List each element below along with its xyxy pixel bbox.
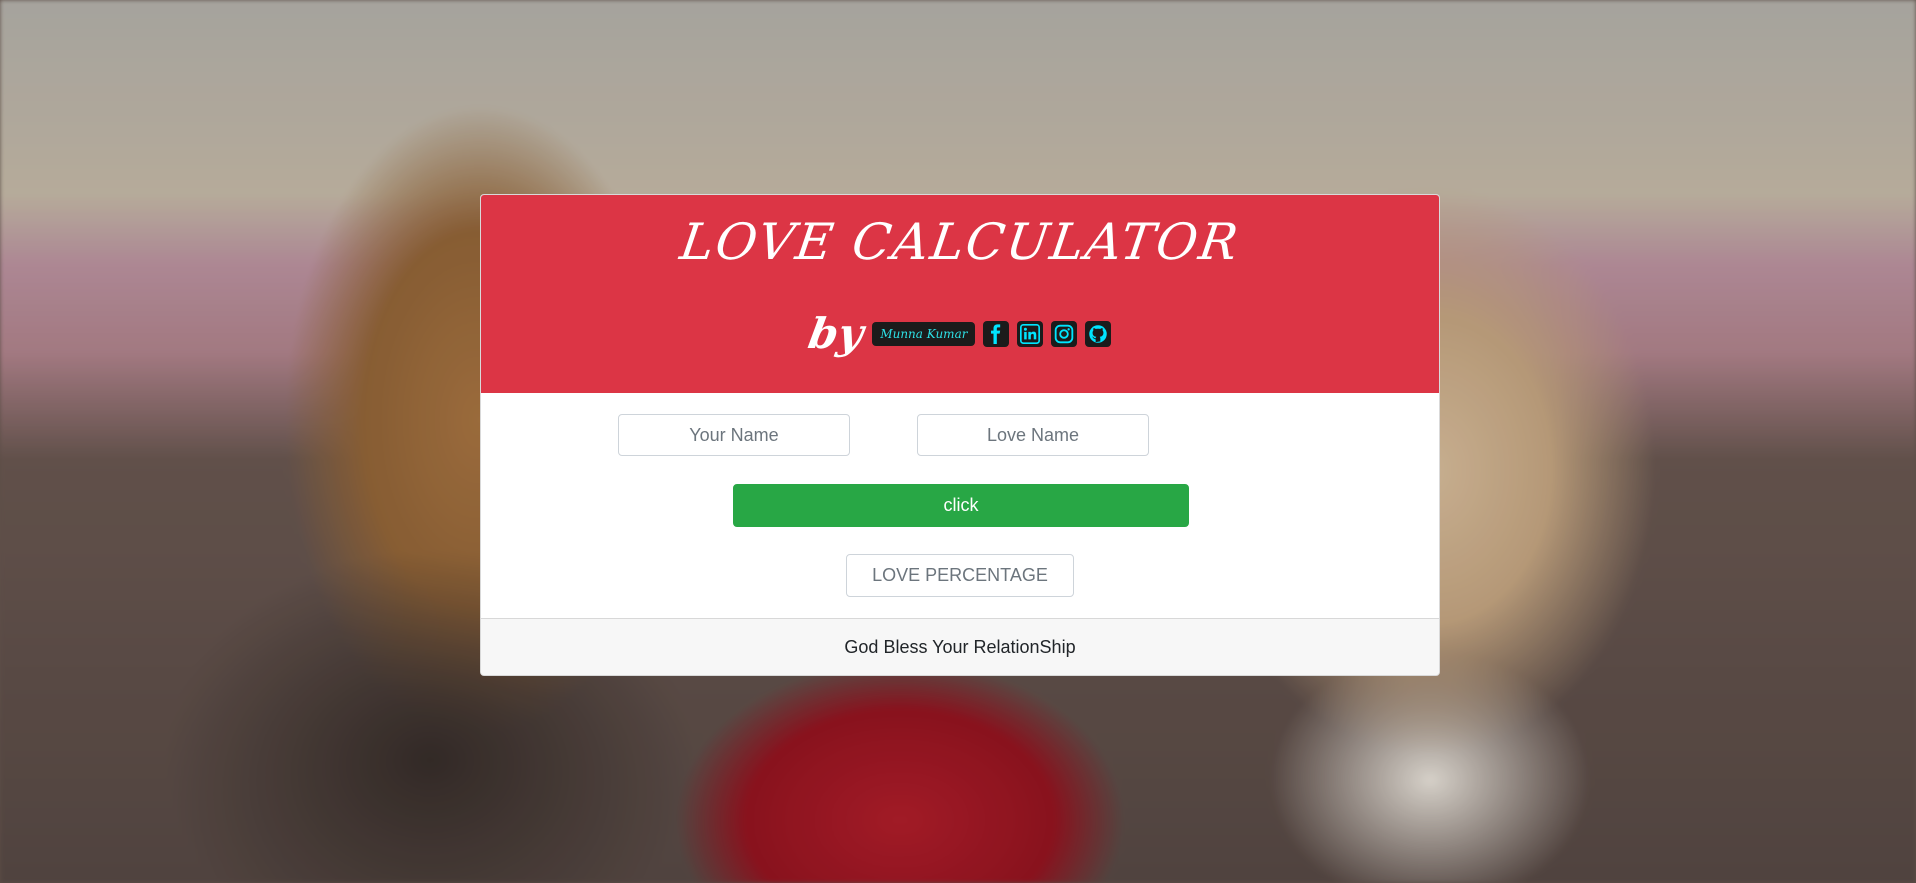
card-body: + click LOVE PERCENTAGE	[481, 393, 1439, 620]
facebook-icon	[991, 324, 1001, 344]
card-header: LOVE CALCULATOR by Munna Kumar	[481, 195, 1439, 393]
github-link[interactable]	[1085, 321, 1112, 347]
linkedin-link[interactable]	[1017, 321, 1044, 347]
love-percentage-result: LOVE PERCENTAGE	[846, 554, 1074, 597]
your-name-input[interactable]	[618, 414, 850, 456]
author-badge[interactable]: Munna Kumar	[872, 322, 976, 346]
card-footer: God Bless Your RelationShip	[481, 618, 1439, 675]
instagram-link[interactable]	[1051, 321, 1078, 347]
page-title: LOVE CALCULATOR	[676, 213, 1244, 271]
github-icon	[1089, 325, 1108, 343]
love-calculator-card: LOVE CALCULATOR by Munna Kumar Your Name…	[480, 194, 1440, 676]
linkedin-icon	[1020, 324, 1041, 344]
love-name-input[interactable]	[917, 414, 1149, 456]
byline: by Munna Kumar	[481, 309, 1439, 358]
footer-text: God Bless Your RelationShip	[844, 636, 1076, 657]
facebook-link[interactable]	[983, 321, 1010, 347]
by-label: by	[804, 309, 867, 358]
calculate-button[interactable]: click	[733, 484, 1189, 527]
instagram-icon	[1055, 324, 1074, 344]
